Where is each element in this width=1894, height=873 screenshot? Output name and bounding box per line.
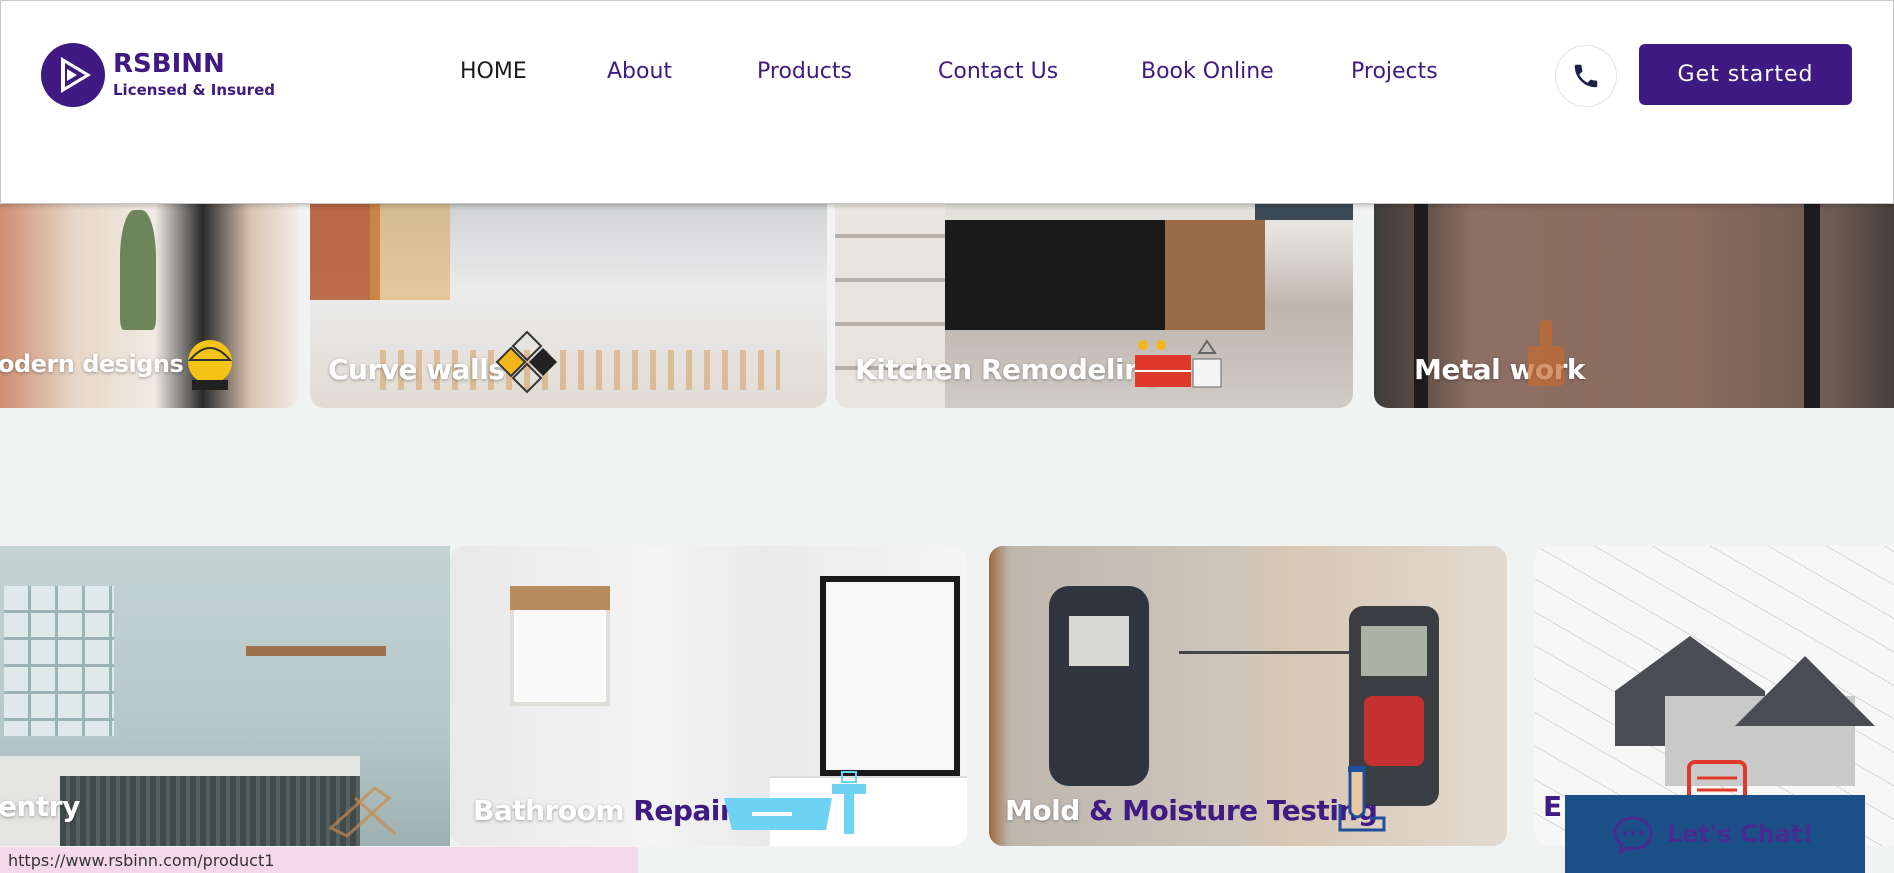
brand-tagline: Licensed & Insured xyxy=(113,81,275,99)
nav-book-online[interactable]: Book Online xyxy=(1141,59,1274,84)
card-label: entry xyxy=(0,790,80,823)
service-card-mold-moisture-testing[interactable]: Mold & Moisture Testing xyxy=(989,546,1507,846)
nav-contact-us[interactable]: Contact Us xyxy=(938,59,1058,84)
chat-label: Let's Chat! xyxy=(1667,820,1814,848)
phone-button[interactable] xyxy=(1555,45,1617,107)
phone-icon xyxy=(1574,64,1598,88)
card-label: Curve walls xyxy=(328,353,505,386)
nav-home[interactable]: HOME xyxy=(460,59,527,84)
bathtub-sink-icon xyxy=(724,771,866,834)
chat-bubble-icon xyxy=(1613,816,1653,854)
brand-name: RSBINN xyxy=(113,49,225,79)
card-label: E xyxy=(1543,790,1562,823)
service-card-bathroom-repair[interactable]: Bathroom Repair xyxy=(450,546,967,846)
chat-button[interactable]: Let's Chat! xyxy=(1565,795,1865,873)
logo[interactable]: RSBINN Licensed & Insured xyxy=(41,43,275,107)
browser-status-url: https://www.rsbinn.com/product1 xyxy=(0,847,638,873)
worker-helmet-icon xyxy=(187,340,233,390)
nav-products[interactable]: Products xyxy=(757,59,852,84)
card-label: odern designs xyxy=(0,350,184,378)
play-triangles-icon xyxy=(41,43,105,107)
card-label: Mold & Moisture Testing xyxy=(1005,794,1378,827)
get-started-button[interactable]: Get started xyxy=(1639,44,1852,105)
site-header: RSBINN Licensed & Insured HOME About Pro… xyxy=(0,0,1894,204)
service-card-carpentry[interactable]: entry xyxy=(0,546,450,846)
diamond-tiles-icon xyxy=(495,330,557,394)
paint-brush-icon xyxy=(1528,320,1564,386)
test-tube-icon xyxy=(1338,766,1386,832)
card-label: Bathroom Repair xyxy=(473,794,734,827)
carpentry-tools-icon xyxy=(328,786,397,838)
nav-projects[interactable]: Projects xyxy=(1351,59,1438,84)
nav-about[interactable]: About xyxy=(607,59,672,84)
card-label: Kitchen Remodeling xyxy=(855,353,1164,386)
kitchen-stove-icon xyxy=(1135,339,1222,388)
